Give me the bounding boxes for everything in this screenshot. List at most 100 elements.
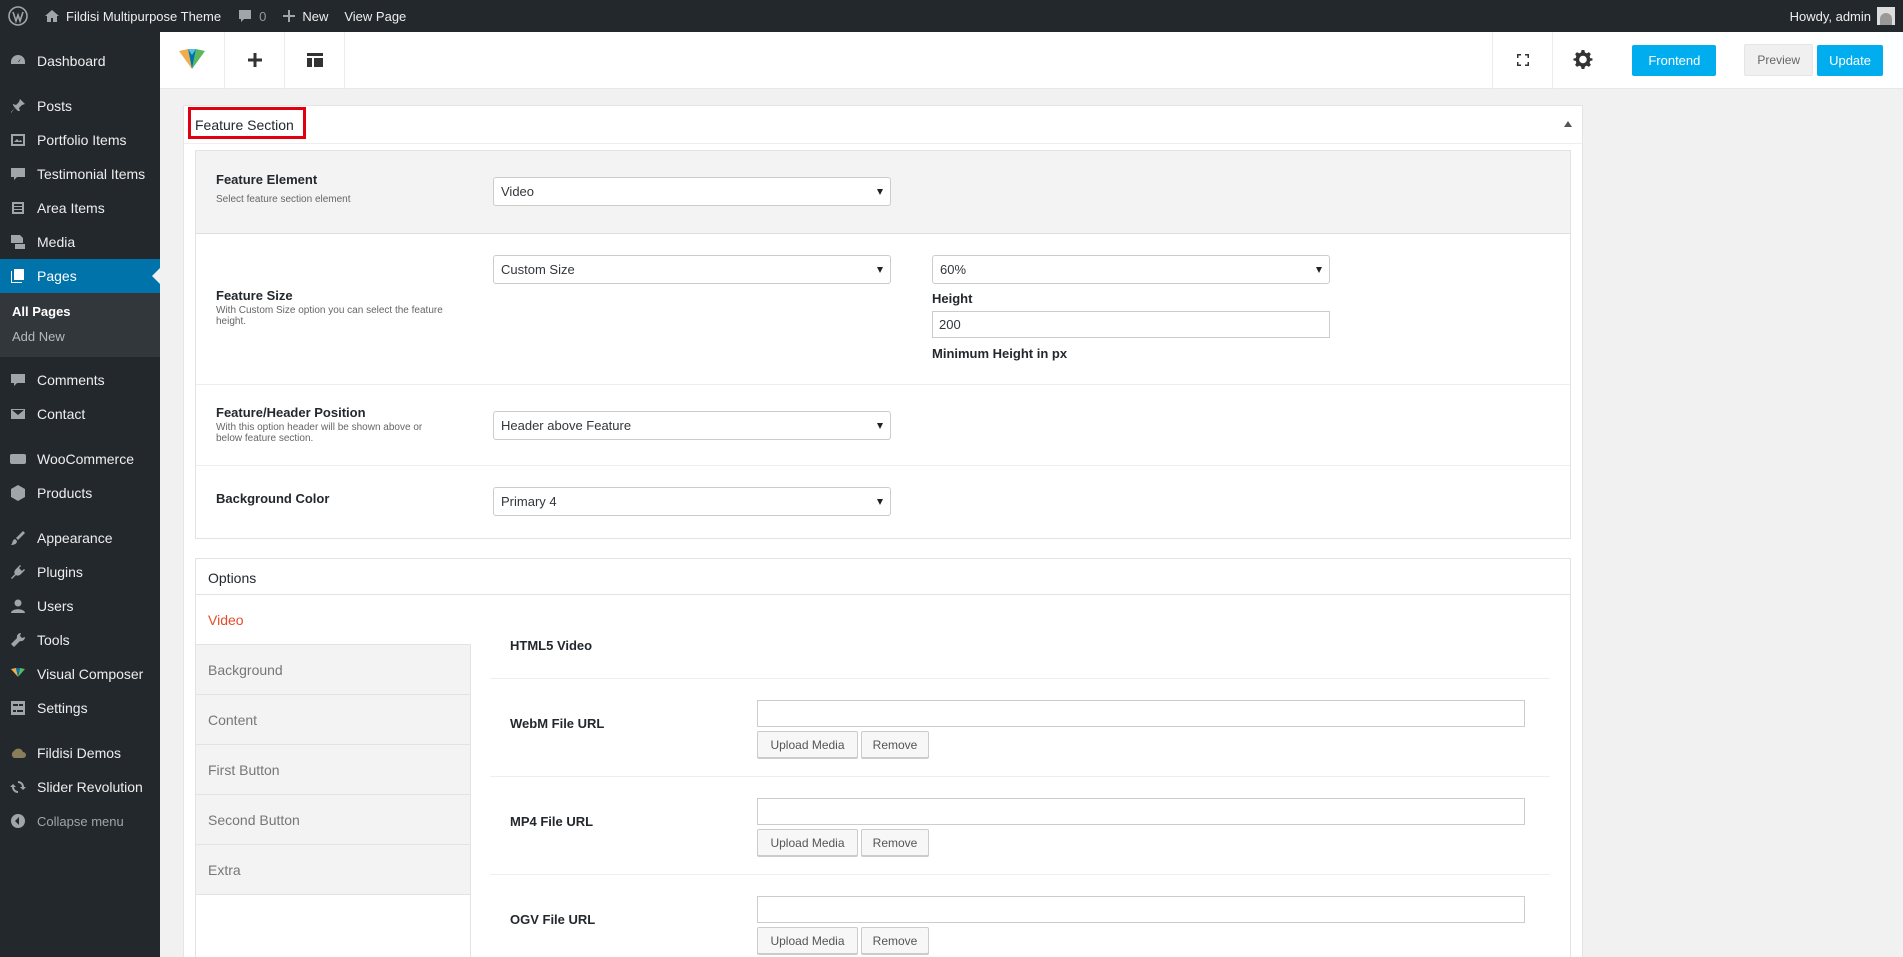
- plus-icon: [282, 9, 296, 23]
- pages-submenu: All Pages Add New: [0, 293, 160, 357]
- sidebar-item-media[interactable]: Media: [0, 225, 160, 259]
- wrench-icon: [9, 631, 27, 649]
- gear-icon[interactable]: [1552, 31, 1612, 89]
- comments-link[interactable]: 0: [229, 0, 274, 32]
- feature-size-percent-value: 60%: [940, 262, 967, 277]
- sidebar-item-users[interactable]: Users: [0, 589, 160, 623]
- preview-button[interactable]: Preview: [1744, 44, 1814, 76]
- sidebar-item-tools[interactable]: Tools: [0, 623, 160, 657]
- tab-video[interactable]: Video: [196, 595, 471, 645]
- feature-element-select[interactable]: Video: [493, 177, 891, 206]
- ogv-url-input[interactable]: [757, 896, 1525, 923]
- home-icon: [44, 8, 60, 24]
- update-button[interactable]: Update: [1817, 44, 1883, 76]
- feature-element-desc: Select feature section element: [216, 194, 351, 205]
- collapse-label: Collapse menu: [37, 813, 124, 829]
- testimonial-icon: [9, 165, 27, 183]
- sidebar-item-label: Dashboard: [37, 53, 106, 69]
- mp4-url-input[interactable]: [757, 798, 1525, 825]
- feature-size-percent-select[interactable]: 60%: [932, 255, 1330, 284]
- remove-button[interactable]: Remove: [861, 927, 929, 954]
- comment-icon: [9, 371, 27, 389]
- view-page-link[interactable]: View Page: [336, 0, 414, 32]
- upload-media-button[interactable]: Upload Media: [757, 829, 858, 856]
- howdy-label: Howdy, admin: [1789, 8, 1871, 24]
- sidebar-item-label: WooCommerce: [37, 451, 134, 467]
- sidebar-item-products[interactable]: Products: [0, 476, 160, 510]
- new-content-link[interactable]: New: [274, 0, 336, 32]
- sidebar-item-posts[interactable]: Posts: [0, 89, 160, 123]
- header-position-desc: With this option header will be shown ab…: [216, 422, 423, 444]
- sidebar-item-label: Products: [37, 485, 93, 501]
- webm-url-input[interactable]: [757, 700, 1525, 727]
- sidebar-item-woocommerce[interactable]: WooCommerce: [0, 442, 160, 476]
- tab-content[interactable]: Content: [196, 695, 471, 745]
- sidebar-item-label: Slider Revolution: [37, 779, 143, 795]
- vc-toolbar: Frontend Preview Update: [160, 31, 1903, 89]
- dropdown-arrow-icon: [877, 267, 883, 273]
- options-tabs: Video Background Content First Button Se…: [196, 595, 471, 957]
- feature-size-desc: With Custom Size option you can select t…: [216, 305, 443, 327]
- background-color-row: Background Color Primary 4: [196, 466, 1570, 538]
- header-position-select[interactable]: Header above Feature: [493, 411, 891, 440]
- sidebar-item-testimonial-items[interactable]: Testimonial Items: [0, 157, 160, 191]
- sidebar-item-comments[interactable]: Comments: [0, 363, 160, 397]
- dropdown-arrow-icon: [877, 423, 883, 429]
- view-page-label: View Page: [344, 8, 407, 24]
- sidebar-item-fildisi-demos[interactable]: Fildisi Demos: [0, 736, 160, 770]
- tab-first-button[interactable]: First Button: [196, 745, 471, 795]
- panel-header[interactable]: Feature Section: [184, 106, 1582, 144]
- sidebar-item-slider-revolution[interactable]: Slider Revolution: [0, 770, 160, 804]
- wordpress-logo-icon[interactable]: [0, 0, 36, 32]
- collapse-arrow-icon[interactable]: [1564, 121, 1572, 127]
- tab-second-button[interactable]: Second Button: [196, 795, 471, 845]
- frontend-button[interactable]: Frontend: [1632, 44, 1717, 76]
- ogv-row: OGV File URL Upload Media Remove: [490, 875, 1550, 957]
- collapse-icon: [9, 812, 27, 830]
- sidebar-item-label: Users: [37, 598, 74, 614]
- dropdown-arrow-icon: [877, 189, 883, 195]
- sidebar-item-contact[interactable]: Contact: [0, 397, 160, 431]
- sidebar-item-appearance[interactable]: Appearance: [0, 521, 160, 555]
- list-icon: [9, 199, 27, 217]
- remove-button[interactable]: Remove: [861, 731, 929, 758]
- collapse-menu-button[interactable]: Collapse menu: [0, 804, 160, 838]
- media-icon: [9, 233, 27, 251]
- submenu-add-new[interactable]: Add New: [0, 324, 160, 349]
- mail-icon: [9, 405, 27, 423]
- sidebar-item-label: Appearance: [37, 530, 113, 546]
- brush-icon: [9, 529, 27, 547]
- sidebar-item-label: Plugins: [37, 564, 83, 580]
- sidebar-item-area-items[interactable]: Area Items: [0, 191, 160, 225]
- sidebar-item-settings[interactable]: Settings: [0, 691, 160, 725]
- height-input[interactable]: 200: [932, 311, 1330, 338]
- sidebar-item-dashboard[interactable]: Dashboard: [0, 44, 160, 78]
- portfolio-icon: [9, 131, 27, 149]
- vc-logo-icon[interactable]: [160, 31, 225, 89]
- site-name-link[interactable]: Fildisi Multipurpose Theme: [36, 0, 229, 32]
- sidebar-item-label: Contact: [37, 406, 86, 422]
- webm-row: WebM File URL Upload Media Remove: [490, 679, 1550, 777]
- avatar: [1877, 7, 1895, 25]
- feature-element-row: Feature Element Select feature section e…: [196, 151, 1570, 234]
- account-menu[interactable]: Howdy, admin: [1782, 0, 1903, 32]
- sidebar-item-pages[interactable]: Pages: [0, 259, 160, 293]
- templates-icon[interactable]: [285, 31, 345, 89]
- sidebar-item-label: Visual Composer: [37, 666, 144, 682]
- feature-size-select[interactable]: Custom Size: [493, 255, 891, 284]
- fullscreen-icon[interactable]: [1492, 31, 1552, 89]
- dropdown-arrow-icon: [877, 499, 883, 505]
- sidebar-item-visual-composer[interactable]: Visual Composer: [0, 657, 160, 691]
- upload-media-button[interactable]: Upload Media: [757, 731, 858, 758]
- submenu-all-pages[interactable]: All Pages: [0, 299, 160, 324]
- background-color-select[interactable]: Primary 4: [493, 487, 891, 516]
- sidebar-item-label: Comments: [37, 372, 105, 388]
- tab-extra[interactable]: Extra: [196, 845, 471, 895]
- sidebar-item-portfolio-items[interactable]: Portfolio Items: [0, 123, 160, 157]
- new-label: New: [302, 8, 329, 24]
- remove-button[interactable]: Remove: [861, 829, 929, 856]
- add-element-icon[interactable]: [225, 31, 285, 89]
- sidebar-item-plugins[interactable]: Plugins: [0, 555, 160, 589]
- upload-media-button[interactable]: Upload Media: [757, 927, 858, 954]
- tab-background[interactable]: Background: [196, 645, 471, 695]
